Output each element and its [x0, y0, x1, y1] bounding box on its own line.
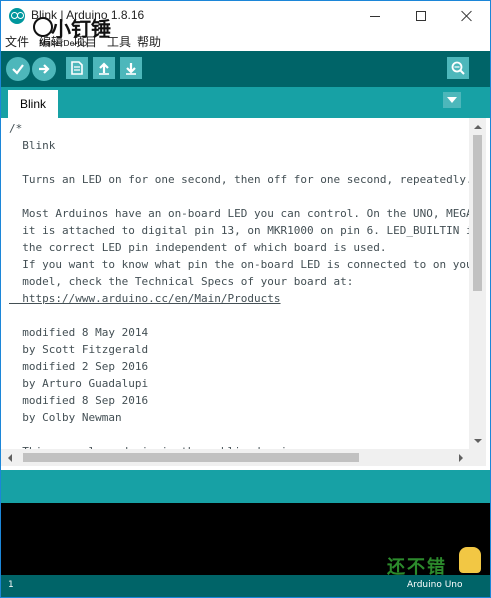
code-line[interactable]: https://www.arduino.cc/en/Main/Products: [9, 290, 469, 307]
save-sketch-button[interactable]: [120, 57, 142, 79]
code-line[interactable]: Blink: [9, 137, 469, 154]
scroll-corner: [469, 449, 486, 466]
arrow-down-icon: [126, 63, 136, 75]
menu-file[interactable]: 文件: [5, 33, 29, 50]
scroll-right-button[interactable]: [452, 449, 469, 466]
scroll-down-button[interactable]: [469, 432, 486, 449]
corner-watermark-text: 还不错: [387, 557, 447, 578]
arrow-up-icon: [99, 62, 109, 75]
board-name: Arduino Uno: [407, 580, 463, 590]
triangle-down-icon: [473, 438, 482, 443]
tab-bar: Blink: [1, 87, 490, 118]
open-sketch-button[interactable]: [93, 57, 115, 79]
vertical-scrollbar[interactable]: [469, 118, 486, 449]
code-line[interactable]: modified 8 Sep 2016: [9, 392, 469, 409]
minimize-icon: [370, 15, 380, 17]
horizontal-scroll-thumb[interactable]: [23, 453, 359, 462]
code-line[interactable]: Turns an LED on for one second, then off…: [9, 171, 469, 188]
code-line[interactable]: model, check the Technical Specs of your…: [9, 273, 469, 290]
tab-menu-button[interactable]: [443, 92, 461, 108]
code-line[interactable]: If you want to know what pin the on-boar…: [9, 256, 469, 273]
code-line[interactable]: by Arturo Guadalupi: [9, 375, 469, 392]
tab-blink[interactable]: Blink: [8, 90, 58, 118]
close-button[interactable]: [444, 1, 490, 31]
code-line[interactable]: [9, 188, 469, 205]
code-editor[interactable]: /* Blink Turns an LED on for one second,…: [1, 118, 469, 449]
code-line[interactable]: modified 8 May 2014: [9, 324, 469, 341]
close-icon: [461, 10, 473, 22]
check-icon: [12, 64, 24, 75]
maximize-button[interactable]: [398, 1, 444, 31]
magnifier-icon: [451, 61, 465, 75]
code-line[interactable]: [9, 426, 469, 443]
code-line[interactable]: [9, 307, 469, 324]
watermark-subtext: MakerDemo: [39, 39, 88, 48]
maximize-icon: [416, 11, 426, 21]
scroll-left-button[interactable]: [1, 449, 18, 466]
chevron-down-icon: [447, 97, 457, 103]
triangle-right-icon: [458, 453, 463, 462]
serial-monitor-button[interactable]: [447, 57, 469, 79]
code-line[interactable]: the correct LED pin independent of which…: [9, 239, 469, 256]
code-line[interactable]: it is attached to digital pin 13, on MKR…: [9, 222, 469, 239]
code-text[interactable]: /* Blink Turns an LED on for one second,…: [1, 118, 469, 449]
vertical-scroll-thumb[interactable]: [473, 135, 482, 291]
code-line[interactable]: by Scott Fitzgerald: [9, 341, 469, 358]
code-line[interactable]: Most Arduinos have an on-board LED you c…: [9, 205, 469, 222]
horizontal-scrollbar[interactable]: [1, 449, 469, 466]
arrow-right-icon: [39, 64, 50, 74]
upload-button[interactable]: [32, 57, 56, 81]
watermark-text: 小钉锤: [51, 17, 111, 41]
scroll-up-button[interactable]: [469, 118, 486, 135]
verify-button[interactable]: [6, 57, 30, 81]
minimize-button[interactable]: [352, 1, 398, 31]
toolbar: [1, 51, 490, 87]
line-number: 1: [8, 580, 14, 590]
message-area: [1, 470, 490, 503]
arduino-ide-window: Blink | Arduino 1.8.16 文件 编辑 项目 工具 帮助 小钉…: [0, 0, 491, 598]
hammer-logo-icon: [33, 17, 53, 37]
code-line[interactable]: modified 2 Sep 2016: [9, 358, 469, 375]
thumbs-up-icon: [459, 547, 481, 573]
new-sketch-button[interactable]: [66, 57, 88, 79]
code-line[interactable]: /*: [9, 120, 469, 137]
code-line[interactable]: [9, 154, 469, 171]
corner-watermark: 还不错: [385, 547, 485, 578]
triangle-up-icon: [473, 124, 482, 129]
menu-help[interactable]: 帮助: [137, 33, 161, 50]
watermark-overlay: 小钉锤 MakerDemo: [29, 11, 139, 51]
code-line[interactable]: by Colby Newman: [9, 409, 469, 426]
arduino-logo-icon: [9, 8, 25, 24]
triangle-left-icon: [7, 453, 12, 462]
file-icon: [71, 61, 83, 75]
